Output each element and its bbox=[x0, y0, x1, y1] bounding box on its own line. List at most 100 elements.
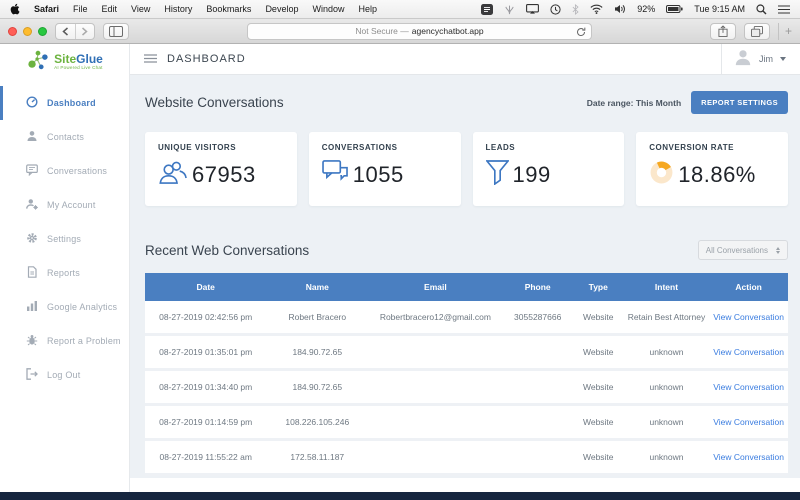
bluetooth-icon[interactable] bbox=[572, 4, 579, 15]
time-machine-icon[interactable] bbox=[550, 4, 561, 15]
back-button[interactable] bbox=[56, 24, 76, 39]
cell-type: Website bbox=[573, 301, 624, 336]
minimize-window-button[interactable] bbox=[23, 27, 32, 36]
section-header: Website Conversations Date range: This M… bbox=[145, 91, 788, 114]
select-arrows-icon bbox=[776, 247, 780, 254]
input-menu-icon[interactable] bbox=[481, 4, 493, 15]
cell-phone: 3055287666 bbox=[503, 301, 573, 336]
cell-phone bbox=[503, 336, 573, 371]
conversations-table: Date Name Email Phone Type Intent Action… bbox=[145, 273, 788, 476]
address-bar[interactable]: Not Secure — agencychatbot.app bbox=[247, 23, 592, 40]
cell-email bbox=[368, 371, 502, 406]
menu-window[interactable]: Window bbox=[312, 4, 344, 14]
sidebar-item-settings[interactable]: Settings bbox=[0, 222, 129, 256]
new-tab-button[interactable]: + bbox=[778, 23, 792, 40]
close-window-button[interactable] bbox=[8, 27, 17, 36]
view-conversation-link[interactable]: View Conversation bbox=[713, 452, 784, 462]
volume-icon[interactable] bbox=[614, 4, 626, 14]
table-row: 08-27-2019 11:55:22 am 172.58.11.187 Web… bbox=[145, 441, 788, 476]
tab-overview-button[interactable] bbox=[744, 23, 770, 40]
bottom-dark-bar bbox=[0, 492, 800, 500]
card-conversion-rate: CONVERSION RATE 18.86% bbox=[636, 132, 788, 206]
sidebar-item-dashboard[interactable]: Dashboard bbox=[0, 86, 129, 120]
sidebar-item-reports[interactable]: Reports bbox=[0, 256, 129, 290]
view-conversation-link[interactable]: View Conversation bbox=[713, 382, 784, 392]
sidebar-item-log-out[interactable]: Log Out bbox=[0, 358, 129, 392]
menu-history[interactable]: History bbox=[164, 4, 192, 14]
cell-intent: unknown bbox=[624, 441, 710, 476]
conversation-filter-select[interactable]: All Conversations bbox=[698, 240, 788, 260]
menu-develop[interactable]: Develop bbox=[265, 4, 298, 14]
hamburger-menu-icon[interactable] bbox=[144, 50, 157, 68]
notification-center-icon[interactable] bbox=[778, 5, 790, 14]
cell-type: Website bbox=[573, 336, 624, 371]
siteglue-logo-text: SiteGlue AI Powered Live Chat bbox=[54, 54, 103, 70]
battery-icon[interactable] bbox=[666, 5, 683, 13]
my-account-icon bbox=[26, 198, 38, 212]
col-type: Type bbox=[573, 273, 624, 301]
share-button[interactable] bbox=[710, 23, 736, 40]
siteglue-logo[interactable]: SiteGlue AI Powered Live Chat bbox=[0, 44, 129, 76]
sidebar-item-my-account[interactable]: My Account bbox=[0, 188, 129, 222]
status-menu-icon[interactable] bbox=[504, 4, 515, 15]
reload-icon[interactable] bbox=[576, 27, 586, 39]
wifi-icon[interactable] bbox=[590, 4, 603, 14]
sidebar-label-settings: Settings bbox=[47, 234, 81, 244]
cell-type: Website bbox=[573, 371, 624, 406]
contacts-icon bbox=[26, 130, 38, 144]
cell-name: 108.226.105.246 bbox=[266, 406, 368, 441]
cell-name: 184.90.72.65 bbox=[266, 336, 368, 371]
recent-conversations-title: Recent Web Conversations bbox=[145, 243, 309, 258]
forward-button[interactable] bbox=[76, 24, 95, 39]
cell-type: Website bbox=[573, 441, 624, 476]
cell-email bbox=[368, 406, 502, 441]
sidebar-label-dashboard: Dashboard bbox=[47, 98, 96, 108]
report-file-icon bbox=[26, 266, 38, 280]
card-value: 67953 bbox=[192, 162, 256, 188]
sidebar-nav: Dashboard Contacts Conversations My Acco… bbox=[0, 86, 129, 392]
zoom-window-button[interactable] bbox=[38, 27, 47, 36]
card-leads: LEADS 199 bbox=[473, 132, 625, 206]
sidebar-item-google-analytics[interactable]: Google Analytics bbox=[0, 290, 129, 324]
table-row: 08-27-2019 01:14:59 pm 108.226.105.246 W… bbox=[145, 406, 788, 441]
table-row: 08-27-2019 02:42:56 pm Robert Bracero Ro… bbox=[145, 301, 788, 336]
table-row: 08-27-2019 01:35:01 pm 184.90.72.65 Webs… bbox=[145, 336, 788, 371]
view-conversation-link[interactable]: View Conversation bbox=[713, 312, 784, 322]
card-label: UNIQUE VISITORS bbox=[158, 143, 284, 152]
table-row: 08-27-2019 01:34:40 pm 184.90.72.65 Webs… bbox=[145, 371, 788, 406]
sidebar-item-contacts[interactable]: Contacts bbox=[0, 120, 129, 154]
gear-icon bbox=[26, 232, 38, 246]
bottom-white-strip bbox=[130, 478, 800, 492]
menu-edit[interactable]: Edit bbox=[102, 4, 118, 14]
sidebar-item-report-a-problem[interactable]: Report a Problem bbox=[0, 324, 129, 358]
user-menu[interactable]: Jim bbox=[721, 44, 800, 74]
sidebar-label-google-analytics: Google Analytics bbox=[47, 302, 117, 312]
sidebar-label-report-a-problem: Report a Problem bbox=[47, 336, 121, 346]
nav-button-group bbox=[55, 23, 95, 40]
airplay-display-icon[interactable] bbox=[526, 4, 539, 14]
col-date: Date bbox=[145, 273, 266, 301]
view-conversation-link[interactable]: View Conversation bbox=[713, 347, 784, 357]
menu-file[interactable]: File bbox=[73, 4, 88, 14]
macos-menubar: Safari File Edit View History Bookmarks … bbox=[0, 0, 800, 19]
section-title: Website Conversations bbox=[145, 95, 284, 110]
report-settings-button[interactable]: REPORT SETTINGS bbox=[691, 91, 788, 114]
cell-intent: unknown bbox=[624, 406, 710, 441]
menu-view[interactable]: View bbox=[131, 4, 150, 14]
logo-glue: Glue bbox=[76, 52, 103, 66]
sidebar-item-conversations[interactable]: Conversations bbox=[0, 154, 129, 188]
app-topbar: DASHBOARD Jim bbox=[130, 44, 800, 75]
apple-menu-icon[interactable] bbox=[10, 3, 20, 15]
cell-phone bbox=[503, 371, 573, 406]
url-host: agencychatbot.app bbox=[412, 26, 484, 36]
col-intent: Intent bbox=[624, 273, 710, 301]
view-conversation-link[interactable]: View Conversation bbox=[713, 417, 784, 427]
menu-help[interactable]: Help bbox=[358, 4, 377, 14]
sidebar-toggle-button[interactable] bbox=[103, 23, 129, 40]
cell-type: Website bbox=[573, 406, 624, 441]
spotlight-icon[interactable] bbox=[756, 4, 767, 15]
menu-bookmarks[interactable]: Bookmarks bbox=[206, 4, 251, 14]
cell-intent: Retain Best Attorney bbox=[624, 301, 710, 336]
menu-safari[interactable]: Safari bbox=[34, 4, 59, 14]
menubar-clock[interactable]: Tue 9:15 AM bbox=[694, 4, 745, 14]
